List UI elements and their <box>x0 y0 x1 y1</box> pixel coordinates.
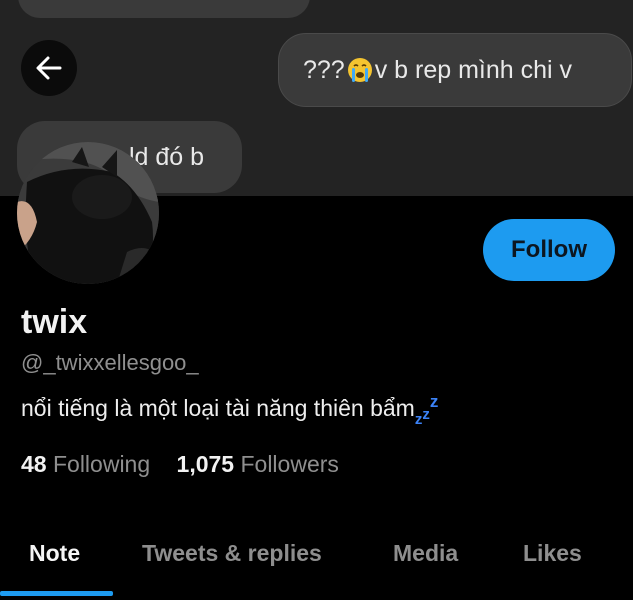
chat-bubble-right: ??? v b rep mình chi v <box>278 33 632 107</box>
crying-face-icon <box>347 58 372 82</box>
tab-likes[interactable]: Likes <box>523 540 582 567</box>
follow-button[interactable]: Follow <box>483 219 615 281</box>
profile-name: twix <box>21 303 88 341</box>
followers-count: 1,075 <box>176 451 235 477</box>
tab-note[interactable]: Note <box>29 540 80 567</box>
chat-bubble-right-text: v b rep mình chi v <box>374 55 573 84</box>
zzz-emoji-icon: zzz <box>414 392 439 428</box>
tab-media[interactable]: Media <box>393 540 458 567</box>
profile-handle: @_twixxellesgoo_ <box>21 350 199 375</box>
chat-bubble-right-prefix: ??? <box>303 55 345 84</box>
active-tab-indicator <box>0 591 113 596</box>
avatar[interactable] <box>17 142 159 284</box>
arrow-left-icon <box>36 56 62 80</box>
followers-stat[interactable]: 1,075 Followers <box>177 451 339 478</box>
avatar-image <box>17 142 159 284</box>
tab-tweets-replies[interactable]: Tweets & replies <box>142 540 322 567</box>
back-button[interactable] <box>21 40 77 96</box>
profile-stats: 48 Following 1,075 Followers <box>21 451 339 478</box>
following-count: 48 <box>21 451 47 477</box>
profile-tabs: Note Tweets & replies Media Likes <box>0 520 633 600</box>
following-label: Following <box>52 451 151 477</box>
following-stat[interactable]: 48 Following <box>21 451 150 478</box>
profile-bio-text: nổi tiếng là một loại tài năng thiên bẩm <box>21 395 415 421</box>
profile-bio: nổi tiếng là một loại tài năng thiên bẩm… <box>21 392 438 428</box>
chat-bubble-partial <box>18 0 310 18</box>
followers-label: Followers <box>240 451 339 477</box>
